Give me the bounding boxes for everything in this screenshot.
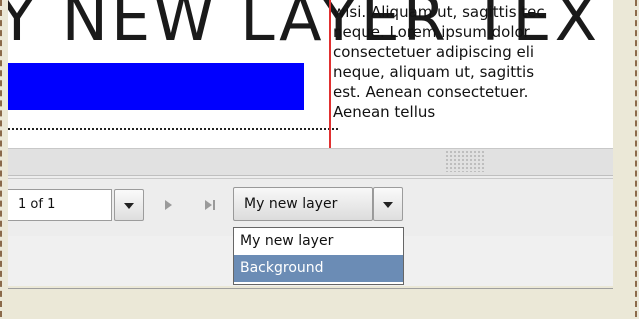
- layer-dropdown-menu[interactable]: My new layer Background: [233, 227, 404, 285]
- menu-item-background[interactable]: Background: [234, 255, 403, 282]
- body-line: neque, aliquam ut, sagittis: [333, 63, 535, 81]
- body-line: consectetuer adipiscing eli: [333, 43, 535, 61]
- toolbar-separator: [8, 178, 613, 179]
- body-line: Aenean tellus: [333, 103, 436, 121]
- menu-item-my-new-layer[interactable]: My new layer: [234, 228, 403, 255]
- body-line: wisi. Aliquam ut, sagittis tec: [333, 3, 545, 21]
- body-line: neque. Lorem ipsum dolor: [333, 23, 530, 41]
- horizontal-scroll-strip[interactable]: [8, 148, 613, 176]
- layer-select[interactable]: My new layer: [233, 187, 373, 221]
- body-line: est. Aenean consectetuer.: [333, 83, 529, 101]
- document-canvas[interactable]: Y NEW LAYER TEXT wisi. Aliquam ut, sagit…: [8, 0, 613, 148]
- resize-grip-icon[interactable]: [445, 150, 485, 172]
- body-text: wisi. Aliquam ut, sagittis tec neque. Lo…: [333, 2, 613, 122]
- last-page-icon[interactable]: [203, 199, 219, 211]
- red-margin-line: [329, 0, 331, 148]
- page-number-field[interactable]: 1 of 1: [8, 189, 112, 221]
- blue-rectangle[interactable]: [8, 63, 304, 110]
- next-page-icon[interactable]: [163, 199, 175, 211]
- chevron-down-icon: [124, 203, 134, 209]
- dotted-guide: [8, 128, 338, 130]
- page-dropdown-button[interactable]: [114, 189, 144, 221]
- chevron-down-icon: [383, 202, 393, 208]
- layer-dropdown-button[interactable]: [373, 187, 403, 221]
- panel-divider: [8, 288, 613, 289]
